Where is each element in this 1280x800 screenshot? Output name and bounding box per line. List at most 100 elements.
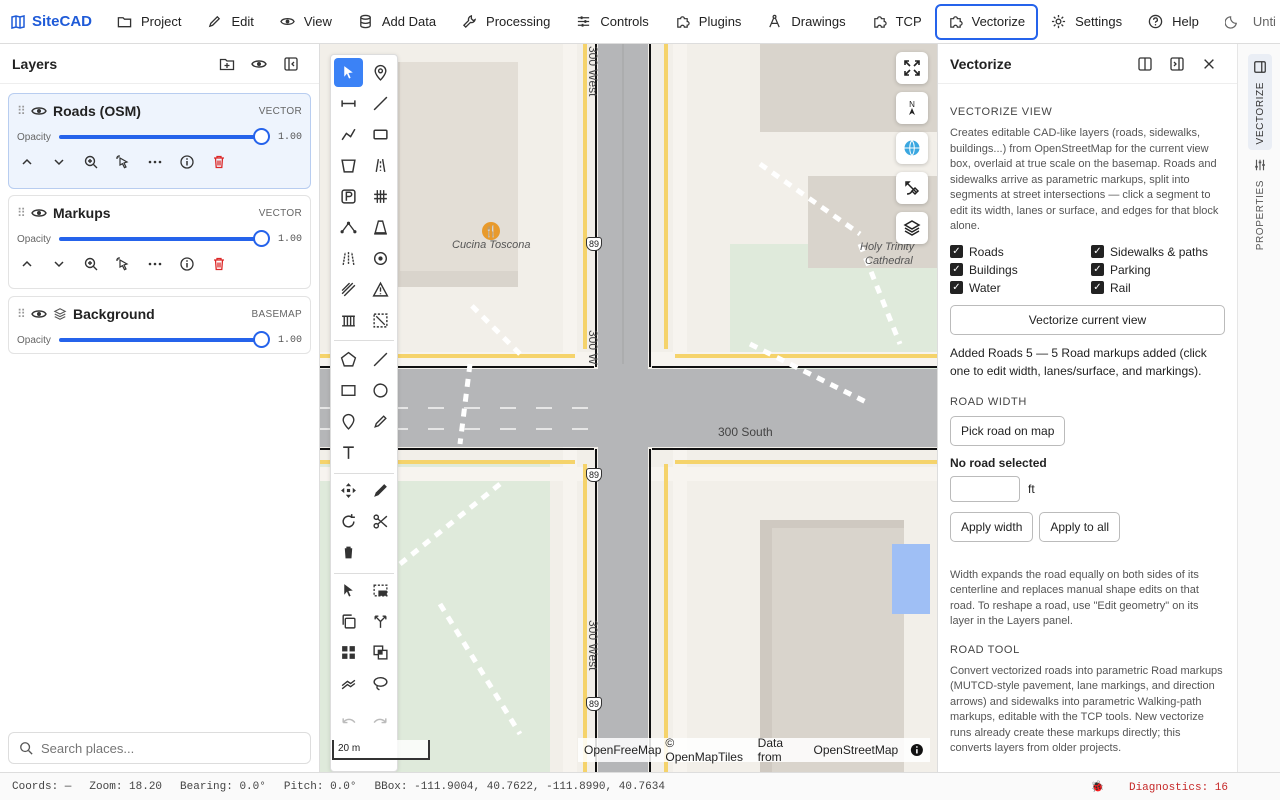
drag-handle-icon[interactable]: ⠿ [17,307,31,321]
zoom-to-layer-icon[interactable] [83,154,99,170]
layer-card-roads[interactable]: ⠿ Roads (OSM) VECTOR Opacity 1.00 [8,93,311,189]
merge-tool-button[interactable] [366,638,395,667]
crosswalk-tool-button[interactable] [366,182,395,211]
pentagon-tool-button[interactable] [334,345,363,374]
checkbox-buildings[interactable]: ✓ Buildings [950,263,1091,277]
menu-help[interactable]: Help [1135,4,1212,40]
attribution-openmaptiles[interactable]: © OpenMapTiles [665,736,753,764]
delete-tool-button[interactable] [334,538,363,567]
menu-drawings[interactable]: Drawings [754,4,858,40]
opacity-slider[interactable] [58,331,270,348]
checkbox-parking[interactable]: ✓ Parking [1091,263,1221,277]
more-icon[interactable] [147,256,163,272]
road-tool-button[interactable] [366,151,395,180]
toggle-visibility-button[interactable] [243,56,275,72]
menu-vectorize[interactable]: Vectorize [934,3,1039,40]
edit-tool-button[interactable] [366,476,395,505]
attribution-openfreemap[interactable]: OpenFreeMap [584,743,661,757]
select-tool-button[interactable] [334,58,363,87]
vertex-tool-button[interactable] [334,213,363,242]
map-canvas[interactable]: 300 West 300 W 300 West 300 South 🍴 Cuci… [320,44,937,772]
scissors-tool-button[interactable] [366,507,395,536]
apply-to-all-button[interactable]: Apply to all [1039,511,1121,542]
checkbox-checked-icon[interactable]: ✓ [950,245,963,258]
polygon-area-tool-button[interactable] [334,151,363,180]
area-select-tool-button[interactable] [366,306,395,335]
move-tool-button[interactable] [334,476,363,505]
select-features-icon[interactable] [115,256,131,272]
pick-tool-button[interactable] [334,576,363,605]
info-icon[interactable] [910,743,924,757]
checkbox-checked-icon[interactable]: ✓ [950,281,963,294]
polyline-tool-button[interactable] [334,120,363,149]
tab-properties[interactable]: PROPERTIES [1248,156,1272,252]
eye-icon[interactable] [31,103,47,119]
pick-road-button[interactable]: Pick road on map [950,415,1066,446]
offset-tool-button[interactable] [334,669,363,698]
trash-icon[interactable] [211,154,227,170]
barrier-tool-button[interactable] [334,306,363,335]
attribution-osm[interactable]: OpenStreetMap [814,743,899,757]
undo-button[interactable] [334,707,363,736]
chevron-up-icon[interactable] [19,256,35,272]
text-tool-button[interactable] [334,438,363,467]
marker-tool-button[interactable] [366,58,395,87]
app-logo[interactable]: SiteCAD [0,13,104,30]
trash-icon[interactable] [211,256,227,272]
tab-vectorize[interactable]: VECTORIZE [1248,54,1272,151]
warning-sign-tool-button[interactable] [366,275,395,304]
copy-tool-button[interactable] [334,607,363,636]
north-arrow-button[interactable]: N [896,92,928,124]
drag-handle-icon[interactable]: ⠿ [17,104,31,118]
chevron-up-icon[interactable] [19,154,35,170]
rotate-tool-button[interactable] [334,507,363,536]
layer-card-background[interactable]: ⠿ Background BASEMAP Opacity 1.00 [8,296,311,354]
pin-tool-button[interactable] [334,407,363,436]
slider-knob[interactable] [253,128,270,145]
hatch-tool-button[interactable] [334,275,363,304]
collapse-panel-button[interactable] [275,56,307,72]
diagnostics-button[interactable]: 🐞 Diagnostics: 16 [1091,780,1246,794]
road-width-input[interactable] [950,475,1020,502]
target-tool-button[interactable] [366,244,395,273]
fullscreen-button[interactable] [896,52,928,84]
split-tool-button[interactable] [366,607,395,636]
checkbox-roads[interactable]: ✓ Roads [950,245,1091,259]
split-view-button[interactable] [1129,56,1161,72]
lasso-tool-button[interactable] [366,669,395,698]
cone-tool-button[interactable] [366,213,395,242]
rectangle-tool-button[interactable] [366,120,395,149]
opacity-slider[interactable] [58,128,270,145]
vectorize-current-view-button[interactable]: Vectorize current view [950,304,1225,335]
slider-knob[interactable] [253,331,270,348]
dock-panel-button[interactable] [1161,56,1193,72]
eye-icon[interactable] [31,205,47,221]
apply-width-button[interactable]: Apply width [950,511,1034,542]
search-places-input[interactable] [41,740,300,756]
chevron-down-icon[interactable] [51,154,67,170]
menu-settings[interactable]: Settings [1038,4,1135,40]
freehand-tool-button[interactable] [366,407,395,436]
checkbox-water[interactable]: ✓ Water [950,281,1091,295]
circle-tool-button[interactable] [366,376,395,405]
checkbox-checked-icon[interactable]: ✓ [1091,263,1104,276]
menu-tcp[interactable]: TCP [859,4,935,40]
checkbox-checked-icon[interactable]: ✓ [1091,281,1104,294]
layers-button[interactable] [896,212,928,244]
theme-toggle[interactable] [1212,4,1253,40]
drag-handle-icon[interactable]: ⠿ [17,206,31,220]
zoom-to-layer-icon[interactable] [83,256,99,272]
box-tool-button[interactable] [334,376,363,405]
group-tool-button[interactable] [334,638,363,667]
chevron-down-icon[interactable] [51,256,67,272]
checkbox-checked-icon[interactable]: ✓ [950,263,963,276]
measure-tool-button[interactable] [334,89,363,118]
checkbox-checked-icon[interactable]: ✓ [1091,245,1104,258]
close-panel-button[interactable] [1193,57,1225,71]
menu-view[interactable]: View [267,4,345,40]
satellite-button[interactable] [896,172,928,204]
lane-tool-button[interactable] [334,244,363,273]
more-icon[interactable] [147,154,163,170]
menu-edit[interactable]: Edit [194,4,266,40]
info-icon[interactable] [179,154,195,170]
